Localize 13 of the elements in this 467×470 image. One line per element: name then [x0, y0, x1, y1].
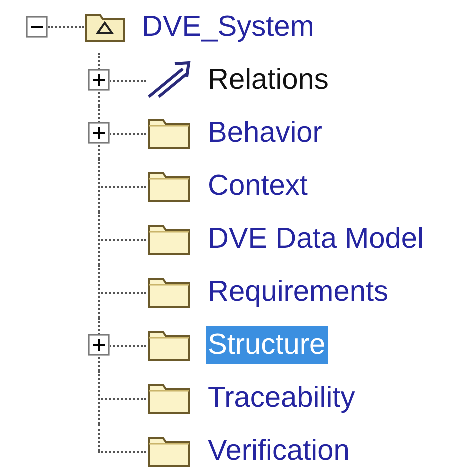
tree-item-label[interactable]: Verification [206, 432, 352, 470]
tree-item-label[interactable]: DVE Data Model [206, 220, 426, 258]
tree-item-label[interactable]: Relations [206, 60, 331, 98]
expand-icon[interactable] [88, 68, 110, 90]
tree-item-label[interactable]: Traceability [206, 378, 358, 416]
expand-icon[interactable] [88, 122, 110, 144]
tree-item-label[interactable]: Requirements [206, 272, 391, 310]
tree-item-label[interactable]: Context [206, 166, 310, 204]
diagonal-arrow-icon [147, 60, 191, 98]
expand-icon[interactable] [88, 334, 110, 356]
tree-item-label[interactable]: DVE_System [140, 8, 316, 46]
collapse-icon[interactable] [26, 16, 48, 38]
tree-item-label[interactable]: Behavior [206, 114, 324, 152]
